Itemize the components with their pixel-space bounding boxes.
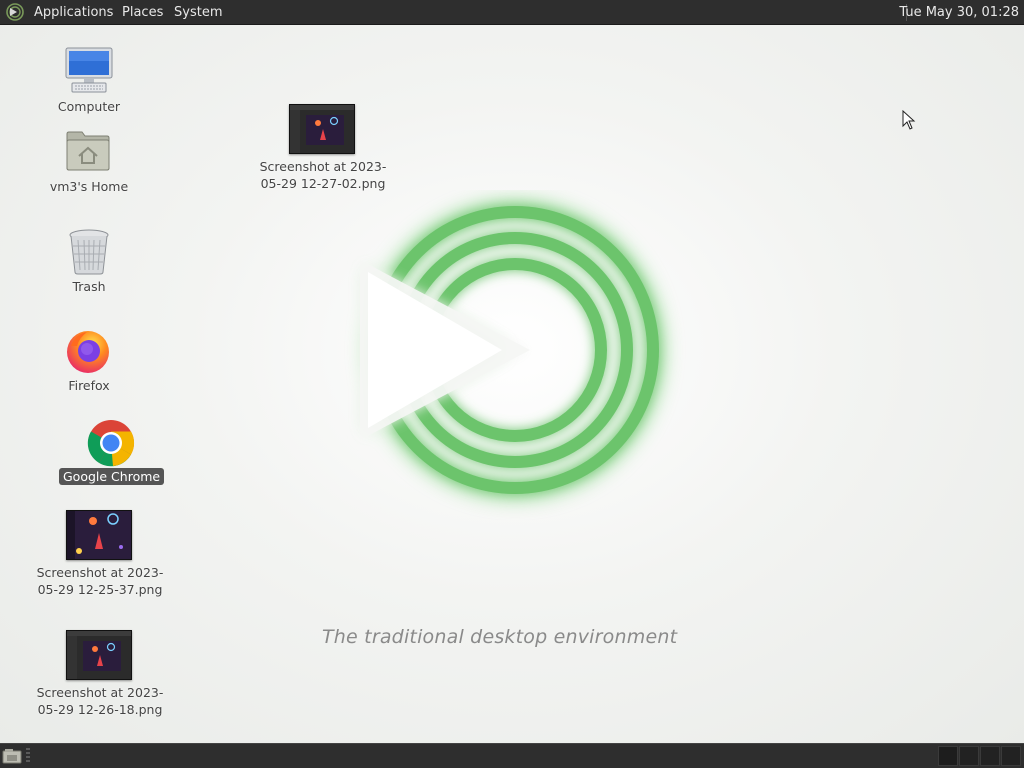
places-menu[interactable]: Places (122, 4, 163, 21)
desktop-icon-trash[interactable]: Trash (40, 226, 138, 298)
workspace-3[interactable] (980, 746, 1000, 766)
desktop-icon-google-chrome[interactable]: Google Chrome (56, 418, 168, 490)
computer-icon (65, 47, 113, 93)
desktop-screen: The traditional desktop environment Appl… (0, 0, 1024, 768)
desktop-icon-firefox[interactable]: Firefox (40, 326, 138, 398)
image-file-icon (66, 630, 132, 680)
workspace-2[interactable] (959, 746, 979, 766)
trash-icon (69, 229, 109, 275)
wallpaper-tagline: The traditional desktop environment (322, 626, 678, 648)
top-panel: Applications Places System Tue May 30, 0… (0, 0, 1024, 25)
desktop-icon-label: Google Chrome (59, 468, 165, 485)
applications-menu[interactable]: Applications (34, 4, 113, 21)
show-desktop-icon[interactable] (2, 748, 22, 764)
panel-drag-handle[interactable] (26, 748, 30, 764)
desktop-icon-screenshot-3[interactable]: Screenshot at 2023-05-29 12-27-02.png (257, 102, 389, 192)
desktop-icon-label: Firefox (68, 378, 110, 393)
desktop-icon-label: vm3's Home (49, 179, 129, 194)
firefox-icon (67, 331, 109, 373)
mate-wallpaper-logo (360, 199, 666, 501)
mate-logo-icon[interactable] (6, 3, 24, 21)
chrome-icon (87, 420, 135, 467)
bottom-panel (0, 743, 1024, 768)
workspace-1[interactable] (938, 746, 958, 766)
mouse-cursor-icon (902, 110, 916, 130)
desktop-icon-label: Screenshot at 2023-05-29 12-27-02.png (259, 159, 387, 191)
desktop-icon-label: Computer (57, 99, 121, 114)
image-file-icon (66, 510, 132, 560)
home-folder-icon (66, 131, 110, 171)
clock[interactable]: Tue May 30, 01:28 (899, 4, 1019, 21)
image-file-icon (289, 104, 355, 154)
desktop-icon-label: Screenshot at 2023-05-29 12-26-18.png (36, 685, 164, 717)
system-menu[interactable]: System (174, 4, 222, 21)
desktop-icon-home[interactable]: vm3's Home (40, 126, 138, 198)
desktop-icon-screenshot-1[interactable]: Screenshot at 2023-05-29 12-25-37.png (34, 508, 166, 598)
desktop-icon-computer[interactable]: Computer (40, 44, 138, 116)
desktop-icon-label: Screenshot at 2023-05-29 12-25-37.png (36, 565, 164, 597)
workspace-4[interactable] (1001, 746, 1021, 766)
desktop-icon-label: Trash (72, 279, 106, 294)
desktop-icon-screenshot-2[interactable]: Screenshot at 2023-05-29 12-26-18.png (34, 628, 166, 718)
